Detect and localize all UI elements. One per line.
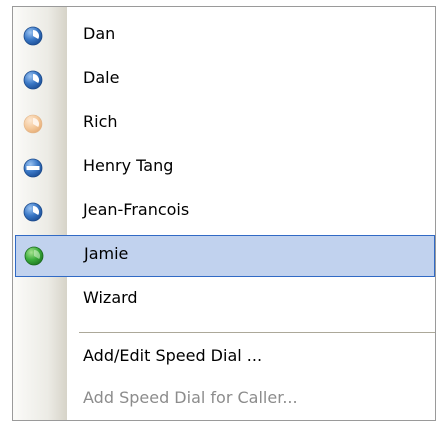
menu-item-label: Add/Edit Speed Dial ... xyxy=(83,346,263,365)
menu-item-label: Rich xyxy=(83,112,118,131)
menu-item-henry-tang[interactable]: Henry Tang xyxy=(13,147,437,189)
menu-item-jean-francois[interactable]: Jean-Francois xyxy=(13,191,437,233)
menu-item-add-speed-dial-for-caller: Add Speed Dial for Caller... xyxy=(13,379,437,421)
presence-away-icon xyxy=(23,114,43,134)
menu-item-label: Add Speed Dial for Caller... xyxy=(83,388,298,407)
menu-item-wizard[interactable]: Wizard xyxy=(13,279,437,321)
presence-available-icon xyxy=(23,26,43,46)
menu-item-label: Dale xyxy=(83,68,120,87)
menu-item-label: Dan xyxy=(83,24,116,43)
menu-item-label: Jean-Francois xyxy=(83,200,190,219)
menu-item-jamie[interactable]: Jamie xyxy=(15,235,435,277)
menu-item-label: Jamie xyxy=(84,244,129,263)
menu-item-label: Wizard xyxy=(83,288,138,307)
menu-separator xyxy=(79,332,435,333)
menu-item-dale[interactable]: Dale xyxy=(13,59,437,101)
presence-available-icon xyxy=(23,202,43,222)
presence-do-not-disturb-icon xyxy=(23,158,43,178)
presence-available-icon xyxy=(23,70,43,90)
menu-item-add-edit-speed-dial[interactable]: Add/Edit Speed Dial ... xyxy=(13,337,437,379)
menu-item-label: Henry Tang xyxy=(83,156,174,175)
context-menu: Dan Dale Rich Henry Tang Jean-Francois J… xyxy=(12,6,436,421)
menu-item-dan[interactable]: Dan xyxy=(13,15,437,57)
menu-item-rich[interactable]: Rich xyxy=(13,103,437,145)
presence-online-icon xyxy=(24,246,44,266)
